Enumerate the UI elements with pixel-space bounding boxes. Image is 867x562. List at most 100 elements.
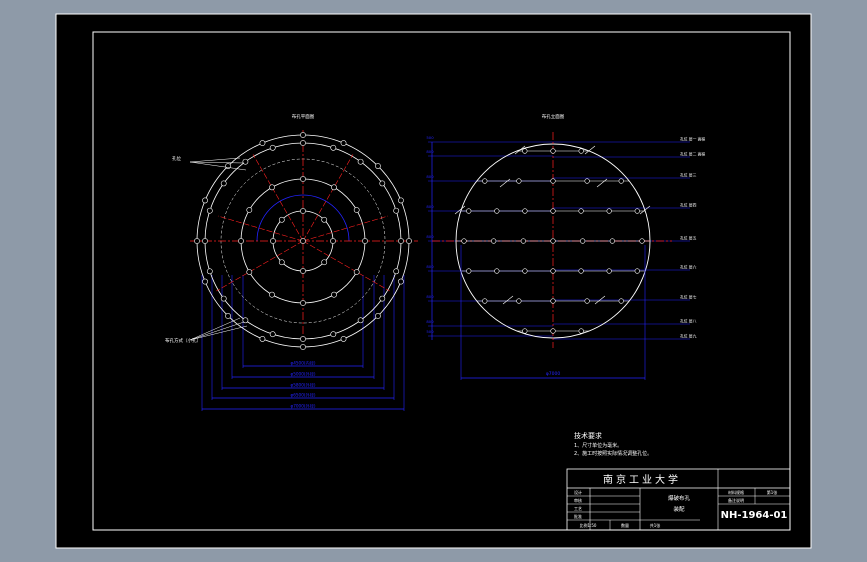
elevation-view-title: 布孔立面图 — [542, 113, 565, 120]
plan-hole — [194, 238, 200, 244]
elevation-hole — [482, 178, 488, 184]
elevation-hole — [522, 148, 528, 154]
elevation-level-label-6: 孔位 层七 — [680, 295, 697, 300]
plan-hole — [278, 216, 285, 223]
elevation-hole — [606, 208, 612, 214]
elevation-hole — [578, 328, 584, 334]
plan-hole — [398, 197, 404, 204]
elevation-hole — [550, 208, 556, 214]
plan-hole — [357, 317, 364, 324]
plan-hole — [398, 238, 404, 244]
plan-hole — [379, 295, 386, 302]
elevation-hole — [580, 238, 586, 244]
plan-hole — [375, 313, 381, 319]
elevation-hole — [550, 328, 556, 334]
plan-hole — [206, 207, 213, 214]
plan-hole — [406, 238, 412, 244]
elevation-vdim-label-5: 800 — [426, 264, 434, 269]
plan-hole — [330, 331, 337, 338]
elevation-hole — [491, 238, 497, 244]
plan-center-hole — [300, 238, 306, 244]
plan-hole — [220, 295, 227, 302]
tb-remark: 备注说明 — [728, 497, 744, 503]
plan-dim-label-4: φ7000(外径) — [290, 403, 315, 410]
elevation-hole — [466, 208, 472, 214]
plan-hole — [269, 331, 276, 338]
plan-hole — [393, 207, 400, 214]
elevation-hole — [584, 178, 590, 184]
elevation-hole — [482, 298, 488, 304]
tb-row-approve: 批准 — [574, 513, 582, 519]
plan-hole — [259, 140, 266, 146]
plan-hole — [353, 269, 360, 275]
elevation-width-dim: φ7000 — [546, 371, 561, 377]
plan-hole — [300, 268, 306, 274]
elevation-vdim-label-2: 800 — [426, 174, 434, 179]
elevation-hole — [584, 298, 590, 304]
drawing-sub: 装配 — [673, 505, 685, 513]
elevation-hole — [578, 208, 584, 214]
cad-viewer: 布孔平面图 孔位 布孔方式（小孔） φ4500(内径) φ5000(外径) φ580… — [0, 0, 867, 562]
elevation-hole — [550, 238, 556, 244]
plan-hole — [398, 278, 404, 285]
elevation-hole — [522, 268, 528, 274]
elevation-hole — [639, 238, 645, 244]
plan-hole — [362, 238, 368, 244]
plan-hole — [331, 184, 337, 191]
plan-hole — [379, 180, 386, 187]
plan-hole — [300, 344, 306, 350]
elevation-hole — [516, 298, 522, 304]
elevation-hole — [522, 328, 528, 334]
plan-hole — [300, 336, 306, 342]
sheet-border — [55, 13, 812, 549]
elevation-level-label-1: 孔位 层二 高程 — [680, 152, 705, 157]
elevation-vdim-label-4: 800 — [426, 234, 434, 239]
tb-material: 材料规格 — [728, 489, 744, 495]
elevation-hole — [550, 178, 556, 184]
plan-hole — [330, 144, 337, 151]
plan-hole — [225, 313, 231, 319]
elevation-level-label-5: 孔位 层六 — [680, 265, 697, 270]
plan-hole — [202, 238, 208, 244]
drawing-number: NH-1964-01 — [721, 510, 788, 521]
elevation-hole — [618, 178, 624, 184]
elevation-hole — [609, 238, 615, 244]
elevation-hole — [578, 268, 584, 274]
elevation-hole — [606, 268, 612, 274]
plan-hole — [278, 259, 285, 266]
elevation-hole — [634, 208, 640, 214]
plan-hole — [220, 180, 227, 187]
elevation-level-label-7: 孔位 层八 — [680, 319, 697, 324]
plan-hole — [269, 144, 276, 151]
plan-hole — [259, 336, 266, 342]
plan-hole — [300, 176, 306, 182]
tb-scale: 比例1:50 — [580, 522, 597, 528]
plan-hole — [330, 238, 336, 244]
tb-row-design: 设计 — [574, 489, 582, 495]
plan-hole — [375, 163, 381, 169]
plan-hole — [246, 269, 253, 275]
plan-hole — [340, 336, 347, 342]
plan-hole — [202, 278, 208, 285]
plan-hole — [357, 158, 364, 165]
tb-row-process: 工艺 — [574, 506, 582, 511]
plan-hole — [269, 184, 275, 191]
notes-item-1: 1、尺寸单位为毫米。 — [574, 442, 622, 449]
plan-hole — [269, 291, 275, 298]
plan-hole — [300, 300, 306, 306]
plan-hole — [206, 268, 213, 275]
plan-hole — [321, 259, 328, 266]
elevation-hole — [634, 268, 640, 274]
plan-view-title: 布孔平面图 — [292, 113, 315, 120]
notes-item-2: 2、施工时按照实际情况调整孔位。 — [574, 450, 652, 457]
plan-dim-label-3: φ6500(外径) — [290, 392, 315, 399]
elevation-vdim-label-0: 500 — [426, 135, 434, 140]
plan-hole — [321, 216, 328, 223]
drawing-name: 爆破布孔 — [668, 494, 691, 502]
plan-dim-label-1: φ5000(外径) — [290, 371, 315, 378]
plan-hole — [238, 238, 244, 244]
elevation-vdim-label-6: 800 — [426, 294, 434, 299]
drawing-canvas: 布孔平面图 孔位 布孔方式（小孔） φ4500(内径)φ5000(外径)φ580… — [55, 13, 812, 549]
plan-dim-label-0: φ4500(内径) — [290, 360, 315, 367]
elevation-vdim-label-7: 800 — [426, 319, 434, 324]
